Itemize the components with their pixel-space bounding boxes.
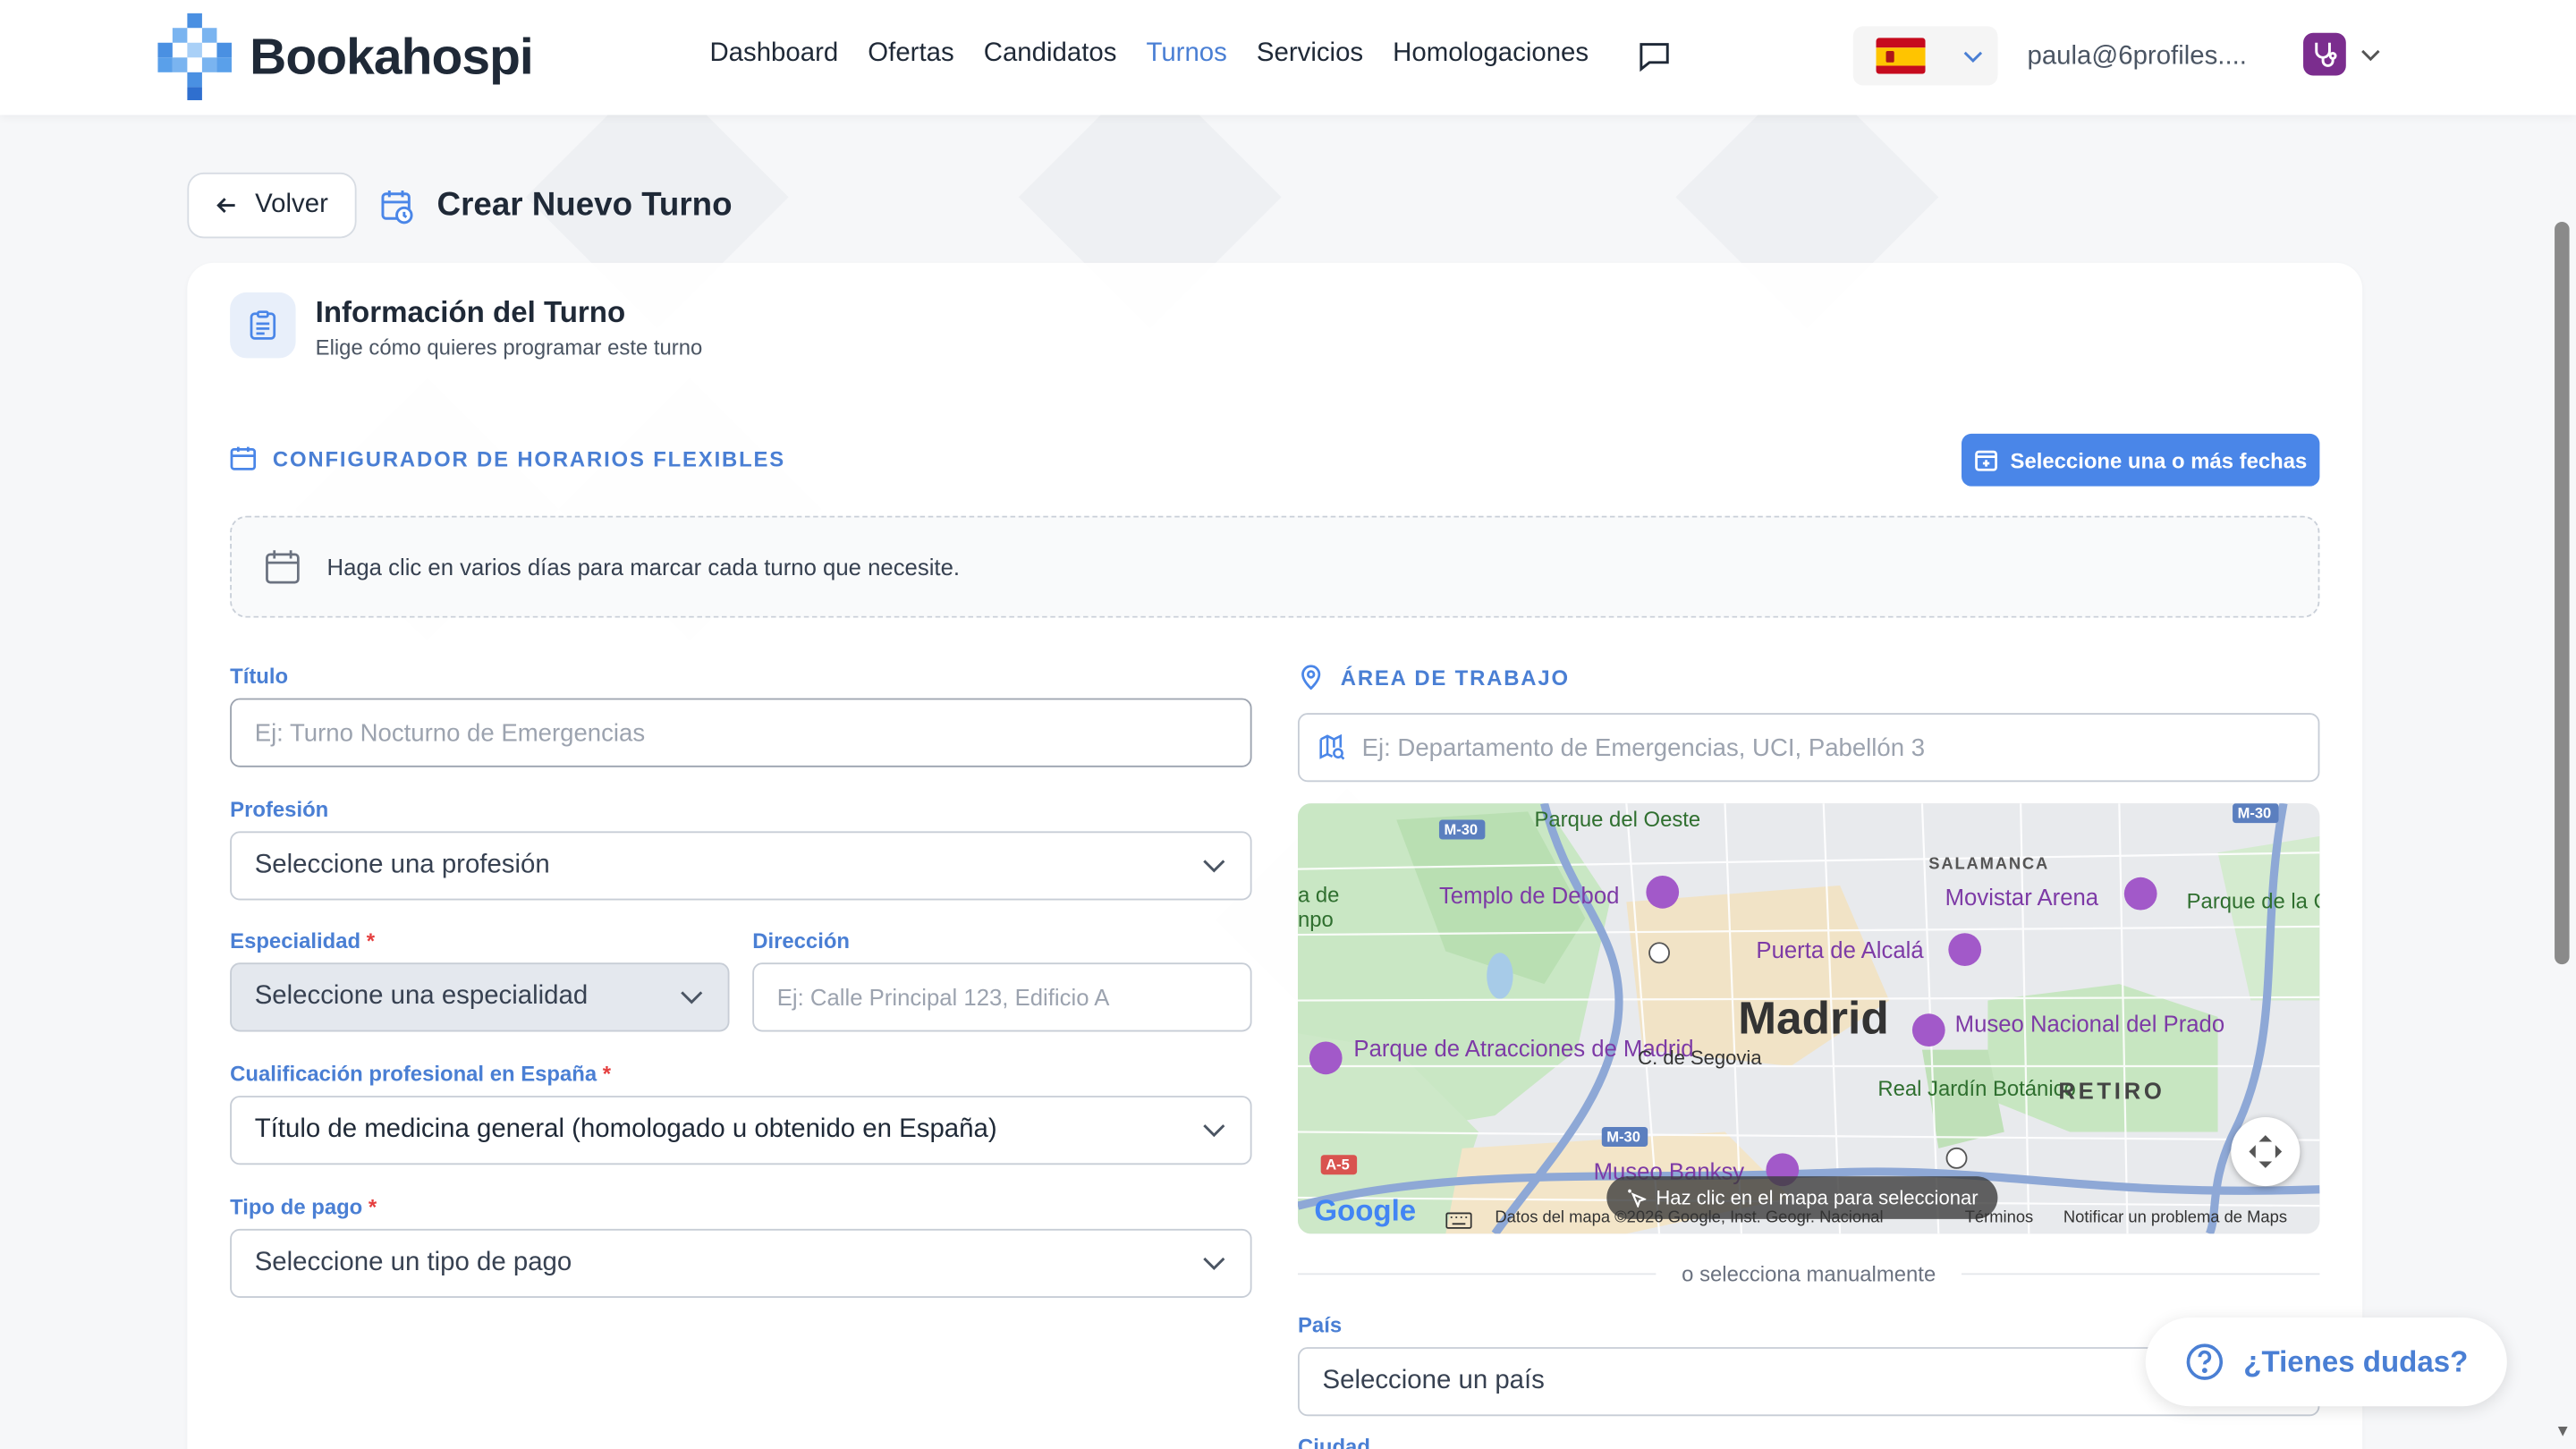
map-label-parque-oeste: Parque del Oeste <box>1534 808 1700 832</box>
map-label-salamanca: SALAMANCA <box>1928 854 2049 873</box>
map-move-control[interactable] <box>2231 1116 2301 1187</box>
calendar-icon <box>266 550 300 584</box>
chevron-down-icon <box>2361 49 2380 62</box>
logo-cross-icon <box>157 13 232 101</box>
map-search-icon <box>1319 734 1345 760</box>
arrow-left-icon <box>216 198 236 213</box>
nav-turnos[interactable]: Turnos <box>1146 39 1226 69</box>
main-nav: Dashboard Ofertas Candidatos Turnos Serv… <box>709 39 1589 69</box>
stethoscope-icon <box>2315 42 2337 67</box>
back-label: Volver <box>255 191 328 219</box>
help-circle-icon <box>2185 1343 2223 1380</box>
help-button[interactable]: ¿Tienes dudas? <box>2145 1318 2507 1407</box>
message-square-icon[interactable] <box>1638 39 1671 72</box>
info-subtitle: Elige cómo quieres programar este turno <box>315 335 703 360</box>
spain-flag-icon <box>1876 38 1926 74</box>
titulo-label: Título <box>230 664 289 689</box>
map-terms-link[interactable]: Términos <box>1965 1209 2034 1227</box>
chevron-down-icon <box>681 991 703 1004</box>
back-button[interactable]: Volver <box>187 172 357 239</box>
cualificacion-label: Cualificación profesional en España * <box>230 1061 612 1087</box>
map-label-madrid: Madrid <box>1738 991 1889 1043</box>
tipo-pago-select[interactable]: Seleccione un tipo de pago <box>230 1228 1252 1298</box>
work-area-input[interactable]: Ej: Departamento de Emergencias, UCI, Pa… <box>1297 713 2320 783</box>
map-report-link[interactable]: Notificar un problema de Maps <box>2063 1209 2287 1227</box>
calendar-hint-text: Haga clic en varios días para marcar cad… <box>326 553 961 580</box>
map-label-ade: a de <box>1298 883 1339 907</box>
work-area-section-label: ÁREA DE TRABAJO <box>1298 664 1570 691</box>
profesion-select[interactable]: Seleccione una profesión <box>230 831 1252 901</box>
map-canvas: M-30 M-30 M-30 A-5 Templo de Debod Movis… <box>1297 803 2320 1234</box>
map-pin-icon <box>1301 665 1321 691</box>
user-email[interactable]: paula@6profiles.... <box>2027 43 2246 72</box>
especialidad-select[interactable]: Seleccione una especialidad <box>230 962 730 1032</box>
ciudad-label: Ciudad <box>1297 1434 1370 1449</box>
road-shield-a5: A-5 <box>1326 1157 1350 1174</box>
map-label-segovia: C. de Segovia <box>1638 1046 1762 1069</box>
brand-name: Bookahospi <box>250 28 534 86</box>
scroll-down-arrow[interactable]: ▼ <box>2555 1423 2571 1441</box>
calendar-hint-box[interactable]: Haga clic en varios días para marcar cad… <box>230 515 2320 618</box>
nav-homologaciones[interactable]: Homologaciones <box>1393 39 1589 69</box>
tipo-pago-label: Tipo de pago * <box>230 1194 377 1219</box>
map-label-quinta: Parque de la Quinta de la Fuente del Ber… <box>2187 890 2320 914</box>
map-label-npo: npo <box>1298 908 1334 932</box>
pointer-click-icon <box>1628 1189 1647 1208</box>
map-label-movistar: Movistar Arena <box>1945 886 2099 911</box>
map-label-alcala: Puerta de Alcalá <box>1756 938 1924 963</box>
user-menu[interactable] <box>2303 32 2382 76</box>
calendar-icon <box>230 446 257 470</box>
chevron-down-icon <box>1203 1124 1225 1138</box>
pais-label: País <box>1297 1312 1343 1338</box>
page-heading: Crear Nuevo Turno <box>381 187 733 225</box>
nav-servicios[interactable]: Servicios <box>1257 39 1363 69</box>
nav-dashboard[interactable]: Dashboard <box>709 39 838 69</box>
profesion-label: Profesión <box>230 796 329 822</box>
clipboard-icon <box>230 292 296 359</box>
info-title: Información del Turno <box>315 295 626 329</box>
road-shield-m30-a: M-30 <box>1444 821 1478 838</box>
calendar-plus-icon <box>1974 450 1997 471</box>
calendar-clock-icon <box>381 190 413 224</box>
language-selector[interactable] <box>1852 26 1998 86</box>
especialidad-label: Especialidad * <box>230 928 376 953</box>
map-data-credit: Datos del mapa ©2026 Google, Inst. Geogr… <box>1495 1208 1884 1228</box>
location-map[interactable]: M-30 M-30 M-30 A-5 Templo de Debod Movis… <box>1297 803 2320 1234</box>
direccion-label: Dirección <box>752 928 851 953</box>
move-arrows-icon <box>2249 1135 2283 1168</box>
page-title: Crear Nuevo Turno <box>436 187 733 224</box>
direccion-input[interactable]: Ej: Calle Principal 123, Edificio A <box>752 962 1252 1032</box>
titulo-input[interactable]: Ej: Turno Nocturno de Emergencias <box>230 698 1252 767</box>
chevron-down-icon <box>1203 860 1225 873</box>
nav-ofertas[interactable]: Ofertas <box>868 39 953 69</box>
manual-select-divider: o selecciona manualmente <box>1682 1261 1936 1287</box>
schedule-section-label: CONFIGURADOR DE HORARIOS FLEXIBLES <box>230 445 785 471</box>
map-label-retiro: RETIRO <box>2058 1080 2165 1105</box>
nav-candidatos[interactable]: Candidatos <box>984 39 1117 69</box>
cualificacion-select[interactable]: Título de medicina general (homologado u… <box>230 1096 1252 1165</box>
brand-logo[interactable]: Bookahospi <box>157 13 534 102</box>
scrollbar-thumb[interactable] <box>2555 221 2570 965</box>
map-label-templo: Templo de Debod <box>1439 884 1619 909</box>
chevron-down-icon <box>1963 51 1983 64</box>
select-dates-button[interactable]: Seleccione una o más fechas <box>1962 433 2320 487</box>
map-label-jardin: Real Jardín Botánico <box>1877 1077 2075 1101</box>
map-attribution: Datos del mapa ©2026 Google, Inst. Geogr… <box>1298 1209 2319 1233</box>
keyboard-icon[interactable] <box>1445 1212 1472 1229</box>
road-shield-m30-c: M-30 <box>1606 1129 1640 1146</box>
top-navbar: Bookahospi Dashboard Ofertas Candidatos … <box>0 0 2576 115</box>
avatar <box>2303 32 2346 76</box>
map-label-prado: Museo Nacional del Prado <box>1955 1012 2224 1037</box>
road-shield-m30-b: M-30 <box>2238 805 2272 822</box>
chevron-down-icon <box>1203 1257 1225 1271</box>
